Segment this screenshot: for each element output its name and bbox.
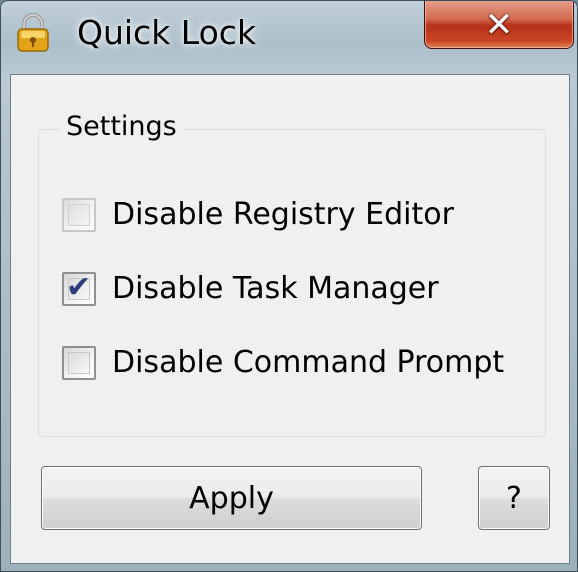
apply-button[interactable]: Apply — [41, 466, 422, 530]
registry-editor-checkbox[interactable] — [62, 198, 96, 232]
option-disable-registry-editor[interactable]: Disable Registry Editor — [62, 195, 454, 235]
close-button[interactable]: ✕ — [424, 1, 574, 49]
dialog-body: Settings Disable Registry Editor ✔ Disab… — [10, 74, 570, 564]
task-manager-label: Disable Task Manager — [112, 271, 439, 306]
option-disable-command-prompt[interactable]: Disable Command Prompt — [62, 343, 504, 383]
close-icon: ✕ — [484, 5, 514, 45]
registry-editor-label: Disable Registry Editor — [112, 197, 454, 232]
option-disable-task-manager[interactable]: ✔ Disable Task Manager — [62, 269, 439, 309]
title-bar[interactable]: Quick Lock ✕ — [1, 1, 577, 73]
help-button[interactable]: ? — [478, 466, 550, 530]
check-icon: ✔ — [66, 270, 92, 305]
lock-icon — [17, 13, 49, 52]
task-manager-checkbox[interactable]: ✔ — [62, 270, 96, 306]
command-prompt-checkbox[interactable] — [62, 346, 96, 380]
quick-lock-window: Quick Lock ✕ Settings Disable Registry E… — [0, 0, 578, 572]
settings-group-label: Settings — [60, 107, 183, 147]
command-prompt-label: Disable Command Prompt — [112, 345, 505, 380]
window-title: Quick Lock — [77, 13, 257, 52]
